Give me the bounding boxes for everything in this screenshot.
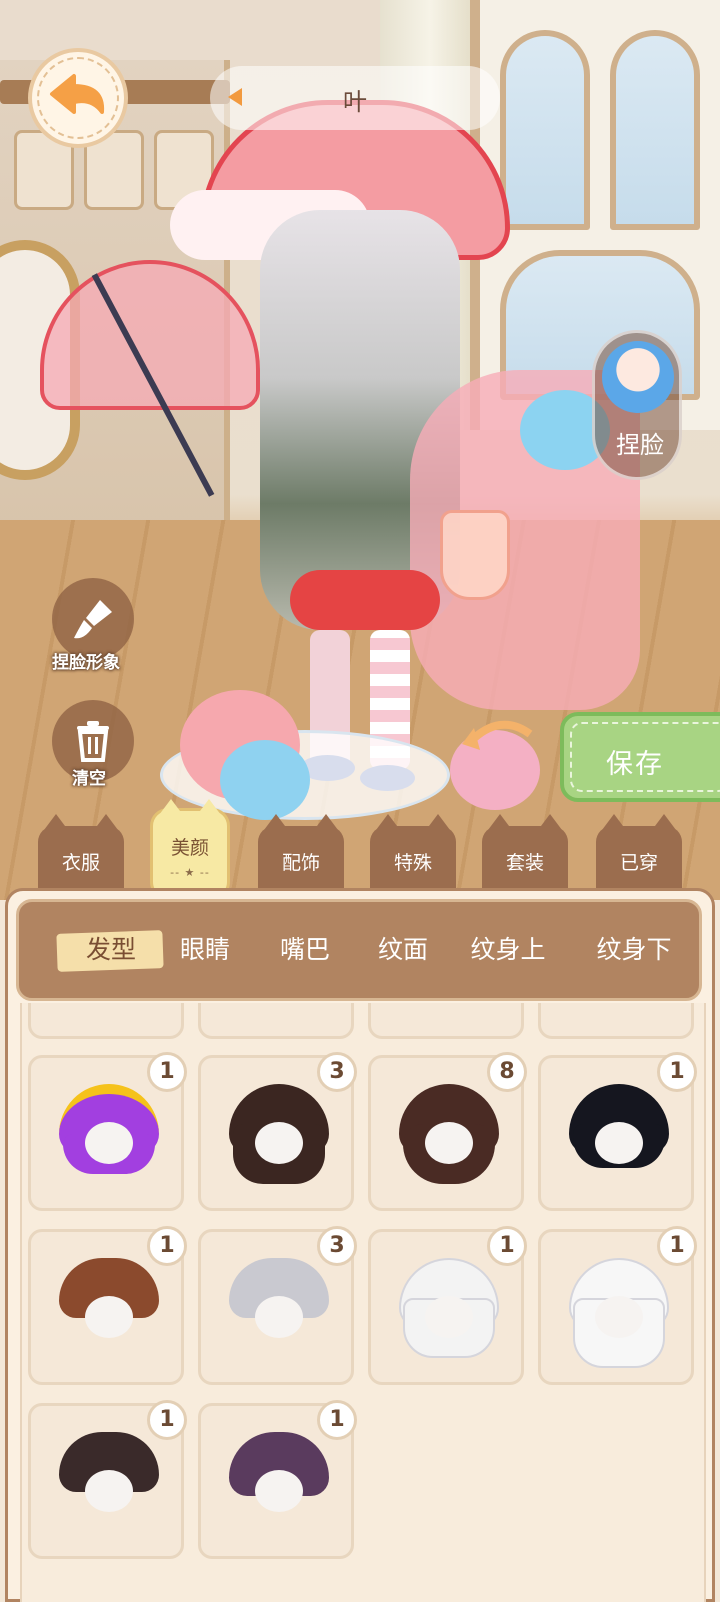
brush-icon [74,600,112,639]
item-card[interactable]: 1 [198,1400,357,1559]
category-tab-label: 美颜 [170,837,209,859]
count-badge: 1 [147,1400,187,1440]
count-badge: 1 [317,1400,357,1440]
sub-tab-label: 眼睛 [179,935,230,964]
count-badge: 1 [147,1226,187,1266]
character-avatar [40,90,640,820]
sub-tab-bar: 发型 眼睛 嘴巴 纹面 纹身上 纹身下 [16,899,702,1001]
hairstyle-icon [399,1084,499,1184]
face-avatar [602,341,674,413]
face-edit-label: 捏脸 [616,431,664,459]
sub-tab-label: 发型 [85,935,136,964]
sub-tab-label: 嘴巴 [279,935,330,964]
item-card[interactable]: 1 [538,1052,697,1211]
category-tab-clothes[interactable]: 衣服 [38,814,124,890]
sub-tab-lower-tattoo[interactable]: 纹身下 [579,902,689,998]
item-panel: 发型 眼睛 嘴巴 纹面 纹身上 纹身下 1 3 8 1 1 3 1 1 1 1 [5,888,715,1602]
active-tab-decoration: -- ★ -- [170,866,210,879]
skirt [290,570,440,630]
category-tab-label: 衣服 [61,852,100,874]
clear-label: 清空 [72,769,106,789]
count-badge: 8 [487,1052,527,1092]
hairstyle-icon [229,1432,329,1532]
notice-text: 叶 [343,88,367,116]
category-tab-accessories[interactable]: 配饰 [258,814,344,890]
hairstyle-icon [569,1084,669,1184]
face-edit-button[interactable]: 捏脸 [592,330,682,480]
category-tab-label: 套装 [505,852,544,874]
category-tab-label: 特殊 [393,852,432,874]
item-card[interactable]: 3 [198,1226,357,1385]
count-badge: 1 [487,1226,527,1266]
sub-tab-label: 纹面 [377,935,428,964]
sub-tab-label: 纹身下 [596,935,672,964]
item-grid[interactable]: 1 3 8 1 1 3 1 1 1 1 [20,1003,706,1602]
hairstyle-icon [59,1432,159,1532]
hairstyle-icon [59,1258,159,1358]
sub-tab-upper-tattoo[interactable]: 纹身上 [453,902,563,998]
save-button[interactable]: 保存 [560,712,720,802]
item-card[interactable] [28,1003,184,1039]
sub-tab-label: 纹身上 [470,935,546,964]
notice-chip[interactable]: 叶 [210,66,500,130]
category-tab-beauty[interactable]: 美颜 -- ★ -- [150,799,230,900]
save-label: 保存 [606,749,664,780]
category-tab-wearing[interactable]: 已穿 [596,814,682,890]
count-badge: 3 [317,1226,357,1266]
category-tab-label: 已穿 [619,852,658,874]
category-tab-label: 配饰 [281,852,320,874]
count-badge: 3 [317,1052,357,1092]
count-badge: 1 [657,1052,697,1092]
category-tab-special[interactable]: 特殊 [370,814,456,890]
rotate-icon[interactable] [460,712,540,762]
item-card[interactable]: 3 [198,1052,357,1211]
item-card[interactable]: 8 [368,1052,527,1211]
count-badge: 1 [657,1226,697,1266]
item-card[interactable]: 1 [538,1226,697,1385]
hairstyle-icon [229,1258,329,1358]
item-card[interactable]: 1 [28,1052,187,1211]
item-card[interactable] [538,1003,694,1039]
back-arrow-icon [50,74,105,114]
face-image-label: 捏脸形象 [52,653,120,673]
category-tab-outfit-set[interactable]: 套装 [482,814,568,890]
sub-tab-mouth[interactable]: 嘴巴 [263,902,347,998]
hairstyle-icon [569,1258,669,1368]
trash-icon [77,721,109,762]
item-card[interactable] [198,1003,354,1039]
back-button[interactable] [28,48,128,148]
item-card[interactable]: 1 [28,1400,187,1559]
hairstyle-icon [59,1084,159,1184]
item-card[interactable]: 1 [368,1226,527,1385]
blue-shell-decor [220,740,310,820]
hairstyle-icon [399,1258,499,1358]
drink-cup [440,510,510,600]
hairstyle-icon [229,1084,329,1184]
sub-tab-eyes[interactable]: 眼睛 [163,902,247,998]
sub-tab-hairstyle[interactable]: 发型 [56,902,164,998]
sub-tab-face-tattoo[interactable]: 纹面 [361,902,445,998]
item-card[interactable] [368,1003,524,1039]
item-card[interactable]: 1 [28,1226,187,1385]
window-pane [610,30,700,230]
count-badge: 1 [147,1052,187,1092]
